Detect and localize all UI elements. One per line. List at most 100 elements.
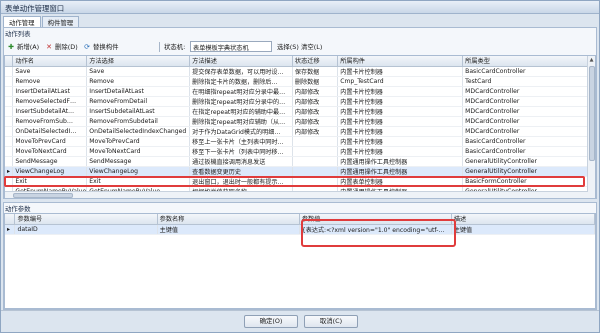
- col-param-value[interactable]: 参数值: [299, 214, 452, 225]
- state-transition-cell[interactable]: 内部修改: [292, 126, 339, 137]
- type-cell[interactable]: GeneralUtilityController: [462, 166, 595, 177]
- col-type[interactable]: 所属类型: [462, 56, 595, 67]
- method-cell[interactable]: Remove: [86, 76, 191, 87]
- action-row[interactable]: InsertSubdetailAt… InsertSubdetailAtLast 在…: [5, 106, 595, 117]
- description-cell[interactable]: 退出窗口，退出时一般都有提示…: [189, 176, 293, 187]
- type-cell[interactable]: BasicCardController: [462, 136, 595, 147]
- action-name-cell[interactable]: Save: [12, 66, 88, 77]
- description-cell[interactable]: 删除指定卡片的数据，删除后…: [189, 76, 293, 87]
- method-cell[interactable]: RemoveFromDetail: [86, 96, 191, 107]
- type-cell[interactable]: MDCardController: [462, 106, 595, 117]
- action-name-cell[interactable]: RemoveFromSub…: [12, 116, 88, 127]
- method-cell[interactable]: OnDetailSelectedIndexChanged: [86, 126, 191, 137]
- action-row[interactable]: RemoveSelectedF… RemoveFromDetail 删除指定repe…: [5, 96, 595, 107]
- method-cell[interactable]: InsertDetailAtLast: [86, 86, 191, 97]
- action-name-cell[interactable]: InsertDetailAtLast: [12, 86, 88, 97]
- param-name-cell[interactable]: 主键值: [157, 224, 300, 235]
- action-row[interactable]: SendMessage SendMessage 通过扳機直接调用消息发送 内置通用操作…: [5, 156, 595, 167]
- col-state-transition[interactable]: 状态迁移: [292, 56, 339, 67]
- state-transition-cell[interactable]: [292, 146, 339, 157]
- state-machine-field[interactable]: 表单模板字典状态机: [190, 41, 272, 52]
- description-cell[interactable]: 对于作为DataGrid模式的明细…: [189, 126, 293, 137]
- method-cell[interactable]: MoveToPrevCard: [86, 136, 191, 147]
- state-transition-cell[interactable]: 内部修改: [292, 86, 339, 97]
- action-row[interactable]: OnDetailSelectedI… OnDetailSelectedIndexC…: [5, 126, 595, 137]
- scroll-up-icon[interactable]: ▲: [588, 56, 595, 64]
- method-cell[interactable]: InsertSubdetailAtLast: [86, 106, 191, 117]
- delete-button[interactable]: ✕ 删除(D): [42, 41, 81, 52]
- description-cell[interactable]: 在明细指repeat明对应分录中最…: [189, 86, 293, 97]
- type-cell[interactable]: TestCard: [462, 76, 595, 87]
- description-cell[interactable]: 提交保存表单数据，可以用时设…: [189, 66, 293, 77]
- add-button[interactable]: ✚ 新增(A): [4, 41, 42, 52]
- component-cell[interactable]: 内置卡片控制器: [337, 126, 464, 137]
- action-row[interactable]: InsertDetailAtLast InsertDetailAtLast 在明细指…: [5, 86, 595, 97]
- action-name-cell[interactable]: MoveToNextCard: [12, 146, 88, 157]
- col-component[interactable]: 所属构件: [337, 56, 464, 67]
- action-name-cell[interactable]: RemoveSelectedF…: [12, 96, 88, 107]
- tab-component-management[interactable]: 构件管理: [41, 16, 80, 27]
- col-method-select[interactable]: 方法选择: [86, 56, 191, 67]
- action-grid-vscroll[interactable]: ▲: [587, 56, 595, 198]
- type-cell[interactable]: BasicCardController: [462, 66, 595, 77]
- component-cell[interactable]: 内置卡片控制器: [337, 116, 464, 127]
- description-cell[interactable]: 通过扳機直接调用消息发送: [189, 156, 293, 167]
- method-cell[interactable]: RemoveFromSubdetail: [86, 116, 191, 127]
- component-cell[interactable]: 内置卡片控制器: [337, 86, 464, 97]
- component-cell[interactable]: 内置卡片控制器: [337, 66, 464, 77]
- action-row[interactable]: ▸ ViewChangeLog ViewChangeLog 查看数据变更历史 内置通用操…: [5, 166, 595, 177]
- action-name-cell[interactable]: Exit: [12, 176, 88, 187]
- param-row[interactable]: ▸ dataID 主键值 {表达式:<?xml version="1.0" en…: [5, 224, 595, 235]
- component-cell[interactable]: 内置卡片控制器: [337, 96, 464, 107]
- component-cell[interactable]: 内置表单控制器: [337, 176, 464, 187]
- col-param-name[interactable]: 参数名称: [157, 214, 300, 225]
- method-cell[interactable]: Save: [86, 66, 191, 77]
- method-cell[interactable]: MoveToNextCard: [86, 146, 191, 157]
- component-cell[interactable]: Cmp_TestCard: [337, 76, 464, 87]
- replace-component-button[interactable]: ⟳ 替换构件: [80, 41, 122, 52]
- method-cell[interactable]: ViewChangeLog: [86, 166, 191, 177]
- action-name-cell[interactable]: ViewChangeLog: [12, 166, 88, 177]
- action-row[interactable]: MoveToPrevCard MoveToPrevCard 移至上一张卡片（主列表中…: [5, 136, 595, 147]
- component-cell[interactable]: 内置卡片控制器: [337, 146, 464, 157]
- state-transition-cell[interactable]: [292, 166, 339, 177]
- type-cell[interactable]: MDCardController: [462, 116, 595, 127]
- vscroll-thumb[interactable]: [589, 66, 595, 161]
- col-method-desc[interactable]: 方法描述: [189, 56, 293, 67]
- component-cell[interactable]: 内置通用操作工具控制器: [337, 166, 464, 177]
- component-cell[interactable]: 内置通用操作工具控制器: [337, 156, 464, 167]
- param-id-cell[interactable]: dataID: [14, 224, 158, 235]
- state-transition-cell[interactable]: [292, 156, 339, 167]
- action-name-cell[interactable]: InsertSubdetailAt…: [12, 106, 88, 117]
- description-cell[interactable]: 移至上一张卡片（主列表中同时…: [189, 136, 293, 147]
- description-cell[interactable]: 在指定repeat明对应的辅助中最…: [189, 106, 293, 117]
- description-cell[interactable]: 查看数据变更历史: [189, 166, 293, 177]
- action-name-cell[interactable]: OnDetailSelectedI…: [12, 126, 88, 137]
- action-name-cell[interactable]: MoveToPrevCard: [12, 136, 88, 147]
- state-transition-cell[interactable]: [292, 136, 339, 147]
- type-cell[interactable]: BasicCardController: [462, 146, 595, 157]
- state-transition-cell[interactable]: 删除数据: [292, 76, 339, 87]
- hscroll-thumb[interactable]: [13, 193, 73, 198]
- description-cell[interactable]: 移至下一张卡片（列表中同时移…: [189, 146, 293, 157]
- param-desc-cell[interactable]: 主键值: [451, 224, 595, 235]
- state-transition-cell[interactable]: 内部修改: [292, 96, 339, 107]
- col-action-name[interactable]: 动作名: [12, 56, 88, 67]
- action-row[interactable]: Remove Remove 删除指定卡片的数据，删除后… 删除数据 Cmp_TestCa…: [5, 76, 595, 87]
- cancel-button[interactable]: 取消(C): [304, 315, 358, 328]
- type-cell[interactable]: MDCardController: [462, 86, 595, 97]
- description-cell[interactable]: 删除指定repeat明对应分录中的…: [189, 96, 293, 107]
- col-param-id[interactable]: 参数编号: [14, 214, 158, 225]
- action-row[interactable]: MoveToNextCard MoveToNextCard 移至下一张卡片（列表中同…: [5, 146, 595, 157]
- clear-button[interactable]: 清空(L): [298, 41, 325, 52]
- param-value-cell[interactable]: {表达式:<?xml version="1.0" encoding="utf-…: [299, 224, 452, 235]
- component-cell[interactable]: 内置卡片控制器: [337, 136, 464, 147]
- component-cell[interactable]: 内置卡片控制器: [337, 106, 464, 117]
- state-transition-cell[interactable]: 内部修改: [292, 116, 339, 127]
- ok-button[interactable]: 确定(O): [244, 315, 298, 328]
- method-cell[interactable]: Exit: [86, 176, 191, 187]
- action-name-cell[interactable]: Remove: [12, 76, 88, 87]
- tab-action-management[interactable]: 动作管理: [3, 16, 41, 27]
- action-row[interactable]: Exit Exit 退出窗口，退出时一般都有提示… 内置表单控制器 BasicFormC…: [5, 176, 595, 187]
- action-row[interactable]: RemoveFromSub… RemoveFromSubdetail 删除指定rep…: [5, 116, 595, 127]
